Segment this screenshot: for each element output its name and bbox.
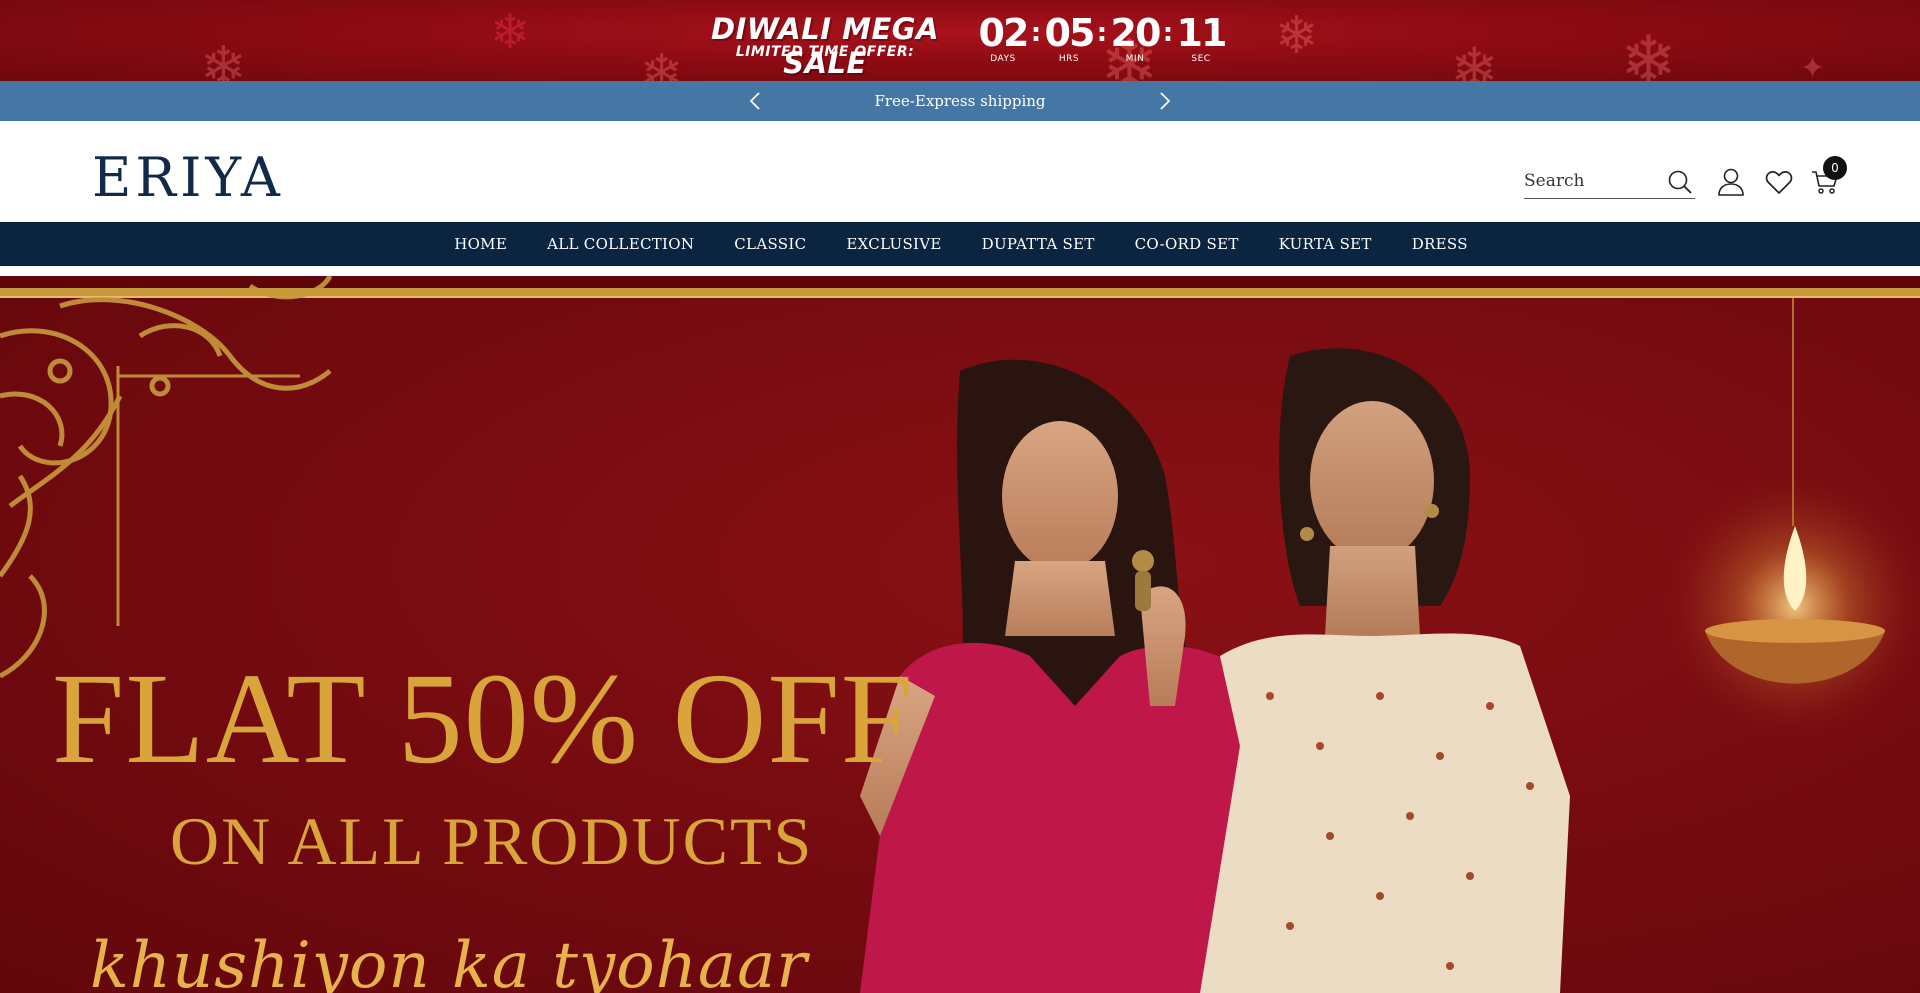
chevron-right-icon[interactable] bbox=[1153, 89, 1177, 113]
nav-item-kurta-set[interactable]: KURTA SET bbox=[1279, 235, 1372, 253]
nav-item-classic[interactable]: CLASSIC bbox=[734, 235, 806, 253]
hero-artwork bbox=[0, 276, 1920, 993]
nav-item-dress[interactable]: DRESS bbox=[1412, 235, 1468, 253]
sale-content: DIWALI MEGA SALE LIMITED TIME OFFER: 02 … bbox=[690, 10, 1227, 80]
countdown-label: DAYS bbox=[990, 54, 1016, 64]
paisley-ornament-icon bbox=[0, 276, 333, 679]
countdown-seconds: 11 SEC bbox=[1176, 10, 1228, 64]
cart-count-badge: 0 bbox=[1823, 156, 1847, 180]
search-input[interactable] bbox=[1524, 165, 1664, 197]
countdown-label: SEC bbox=[1191, 54, 1211, 64]
hero-tagline: khushiyon ka tyohaar bbox=[90, 929, 808, 993]
countdown-value: 02 bbox=[978, 11, 1030, 55]
countdown-label: MIN bbox=[1125, 54, 1145, 64]
nav-spacer bbox=[0, 266, 1920, 276]
countdown-minutes: 20 MIN bbox=[1110, 10, 1162, 64]
chevron-left-icon[interactable] bbox=[743, 89, 767, 113]
countdown-days: 02 DAYS bbox=[978, 10, 1030, 64]
nav-item-home[interactable]: HOME bbox=[454, 235, 507, 253]
nav-list: HOME ALL COLLECTION CLASSIC EXCLUSIVE DU… bbox=[0, 222, 1920, 266]
search-box bbox=[1524, 165, 1695, 199]
countdown-separator: : bbox=[1162, 18, 1174, 48]
snowflake-icon: ❄ bbox=[490, 4, 531, 60]
announcement-bar: Free-Express shipping bbox=[0, 81, 1920, 121]
countdown-hours: 05 HRS bbox=[1044, 10, 1096, 64]
nav-item-all-collection[interactable]: ALL COLLECTION bbox=[547, 235, 694, 253]
countdown-label: HRS bbox=[1058, 54, 1080, 64]
snowflake-icon: ❄ bbox=[200, 35, 247, 82]
snowflake-icon: ❄ bbox=[1450, 35, 1499, 81]
heart-icon[interactable] bbox=[1764, 167, 1794, 197]
countdown-separator: : bbox=[1030, 18, 1042, 48]
snowflake-icon: ❄ bbox=[1620, 22, 1677, 82]
sale-banner: ❄ ❄ ❄ ❄ ❄ ❄ ❄ ✦ DIWALI MEGA SALE LIMITED… bbox=[0, 0, 1920, 81]
model-right-image bbox=[1200, 348, 1570, 993]
countdown-separator: : bbox=[1096, 18, 1108, 48]
hero-subheadline: ON ALL PRODUCTS bbox=[170, 803, 814, 879]
countdown-value: 05 bbox=[1044, 11, 1096, 55]
snowflake-icon: ✦ bbox=[1800, 51, 1826, 82]
main-nav: HOME ALL COLLECTION CLASSIC EXCLUSIVE DU… bbox=[0, 222, 1920, 266]
countdown-value: 20 bbox=[1110, 11, 1162, 55]
user-icon[interactable] bbox=[1716, 167, 1746, 197]
hero-banner[interactable]: FLAT 50% OFF ON ALL PRODUCTS khushiyon k… bbox=[0, 276, 1920, 993]
search-icon[interactable] bbox=[1667, 169, 1693, 195]
announcement-text: Free-Express shipping bbox=[874, 92, 1046, 110]
nav-item-co-ord-set[interactable]: CO-ORD SET bbox=[1135, 235, 1239, 253]
snowflake-icon: ❄ bbox=[640, 44, 684, 81]
snowflake-icon: ❄ bbox=[1275, 6, 1319, 66]
nav-item-exclusive[interactable]: EXCLUSIVE bbox=[846, 235, 941, 253]
countdown-value: 11 bbox=[1176, 11, 1228, 55]
logo-text: ERIYA bbox=[92, 146, 284, 209]
hero-headline: FLAT 50% OFF bbox=[52, 647, 915, 791]
logo[interactable]: ERIYA bbox=[92, 148, 284, 208]
countdown-timer: 02 DAYS : 05 HRS : 20 MIN : 11 SEC bbox=[978, 10, 1228, 72]
sale-subtitle: LIMITED TIME OFFER: bbox=[735, 44, 915, 60]
nav-item-dupatta-set[interactable]: DUPATTA SET bbox=[982, 235, 1095, 253]
site-header: ERIYA 0 bbox=[0, 121, 1920, 222]
